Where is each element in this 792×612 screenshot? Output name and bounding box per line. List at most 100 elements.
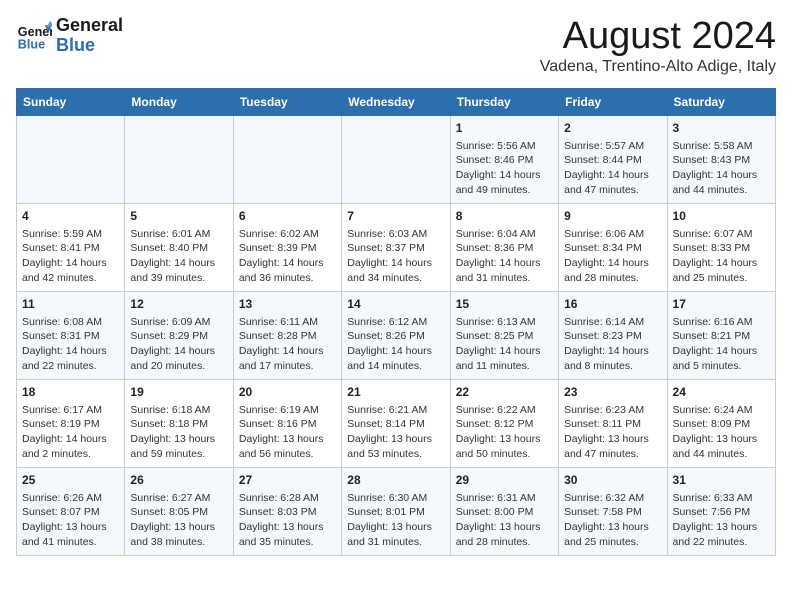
day-info: Sunrise: 6:14 AM Sunset: 8:23 PM Dayligh… (564, 315, 661, 374)
calendar-week-row: 11Sunrise: 6:08 AM Sunset: 8:31 PM Dayli… (17, 291, 776, 379)
day-info: Sunrise: 6:26 AM Sunset: 8:07 PM Dayligh… (22, 491, 119, 550)
calendar-cell: 11Sunrise: 6:08 AM Sunset: 8:31 PM Dayli… (17, 291, 125, 379)
day-number: 5 (130, 208, 227, 225)
day-info: Sunrise: 6:06 AM Sunset: 8:34 PM Dayligh… (564, 227, 661, 286)
calendar-cell: 28 Sunrise: 6:30 AM Sunset: 8:01 PM Dayli… (342, 467, 450, 555)
day-number: 18 (22, 384, 119, 401)
svg-text:Blue: Blue (18, 37, 45, 51)
day-info: Sunrise: 6:31 AM Sunset: 8:00 PM Dayligh… (456, 491, 553, 550)
calendar-cell: 22 Sunrise: 6:22 AM Sunset: 8:12 PM Dayli… (450, 379, 558, 467)
day-info: Sunrise: 5:56 AM Sunset: 8:46 PM Dayligh… (456, 139, 553, 198)
day-info: Sunrise: 6:12 AM Sunset: 8:26 PM Dayligh… (347, 315, 444, 374)
calendar-cell: 16 Sunrise: 6:14 AM Sunset: 8:23 PM Dayli… (559, 291, 667, 379)
day-number: 17 (673, 296, 770, 313)
day-info: Sunrise: 6:01 AM Sunset: 8:40 PM Dayligh… (130, 227, 227, 286)
calendar-cell: 10 Sunrise: 6:07 AM Sunset: 8:33 PM Dayli… (667, 203, 775, 291)
calendar-cell: 24 Sunrise: 6:24 AM Sunset: 8:09 PM Dayli… (667, 379, 775, 467)
calendar-cell: 21Sunrise: 6:21 AM Sunset: 8:14 PM Dayli… (342, 379, 450, 467)
logo-general: General (56, 16, 123, 36)
calendar-cell: 8 Sunrise: 6:04 AM Sunset: 8:36 PM Daylig… (450, 203, 558, 291)
calendar-body: 1 Sunrise: 5:56 AM Sunset: 8:46 PM Daylig… (17, 115, 776, 555)
day-info: Sunrise: 6:32 AM Sunset: 7:58 PM Dayligh… (564, 491, 661, 550)
day-number: 16 (564, 296, 661, 313)
calendar-cell: 14Sunrise: 6:12 AM Sunset: 8:26 PM Dayli… (342, 291, 450, 379)
day-info: Sunrise: 6:23 AM Sunset: 8:11 PM Dayligh… (564, 403, 661, 462)
calendar-cell: 5 Sunrise: 6:01 AM Sunset: 8:40 PM Daylig… (125, 203, 233, 291)
day-info: Sunrise: 6:11 AM Sunset: 8:28 PM Dayligh… (239, 315, 336, 374)
day-info: Sunrise: 6:03 AM Sunset: 8:37 PM Dayligh… (347, 227, 444, 286)
calendar-cell (233, 115, 341, 203)
day-number: 4 (22, 208, 119, 225)
day-number: 13 (239, 296, 336, 313)
calendar-cell: 12 Sunrise: 6:09 AM Sunset: 8:29 PM Dayli… (125, 291, 233, 379)
day-number: 12 (130, 296, 227, 313)
day-info: Sunrise: 5:57 AM Sunset: 8:44 PM Dayligh… (564, 139, 661, 198)
day-info: Sunrise: 6:22 AM Sunset: 8:12 PM Dayligh… (456, 403, 553, 462)
day-info: Sunrise: 6:28 AM Sunset: 8:03 PM Dayligh… (239, 491, 336, 550)
calendar-cell (125, 115, 233, 203)
calendar-cell: 19Sunrise: 6:18 AM Sunset: 8:18 PM Dayli… (125, 379, 233, 467)
day-number: 28 (347, 472, 444, 489)
day-info: Sunrise: 6:02 AM Sunset: 8:39 PM Dayligh… (239, 227, 336, 286)
day-number: 22 (456, 384, 553, 401)
day-number: 31 (673, 472, 770, 489)
day-info: Sunrise: 6:21 AM Sunset: 8:14 PM Dayligh… (347, 403, 444, 462)
calendar-cell: 31Sunrise: 6:33 AM Sunset: 7:56 PM Dayli… (667, 467, 775, 555)
day-info: Sunrise: 6:13 AM Sunset: 8:25 PM Dayligh… (456, 315, 553, 374)
day-number: 3 (673, 120, 770, 137)
logo: General Blue General Blue (16, 16, 123, 56)
calendar-cell: 3 Sunrise: 5:58 AM Sunset: 8:43 PM Daylig… (667, 115, 775, 203)
day-info: Sunrise: 5:58 AM Sunset: 8:43 PM Dayligh… (673, 139, 770, 198)
logo-icon: General Blue (16, 18, 52, 54)
calendar-cell: 18 Sunrise: 6:17 AM Sunset: 8:19 PM Dayli… (17, 379, 125, 467)
day-number: 20 (239, 384, 336, 401)
calendar-cell: 30 Sunrise: 6:32 AM Sunset: 7:58 PM Dayli… (559, 467, 667, 555)
day-number: 1 (456, 120, 553, 137)
day-number: 7 (347, 208, 444, 225)
calendar-week-row: 4 Sunrise: 5:59 AM Sunset: 8:41 PM Daylig… (17, 203, 776, 291)
calendar-cell: 13 Sunrise: 6:11 AM Sunset: 8:28 PM Dayli… (233, 291, 341, 379)
weekday-header-cell: Wednesday (342, 88, 450, 115)
weekday-header-cell: Monday (125, 88, 233, 115)
day-info: Sunrise: 6:30 AM Sunset: 8:01 PM Dayligh… (347, 491, 444, 550)
calendar-cell: 23Sunrise: 6:23 AM Sunset: 8:11 PM Dayli… (559, 379, 667, 467)
day-number: 30 (564, 472, 661, 489)
day-info: Sunrise: 6:24 AM Sunset: 8:09 PM Dayligh… (673, 403, 770, 462)
location: Vadena, Trentino-Alto Adige, Italy (540, 58, 776, 76)
month-year: August 2024 (540, 16, 776, 58)
calendar-cell: 1 Sunrise: 5:56 AM Sunset: 8:46 PM Daylig… (450, 115, 558, 203)
day-number: 6 (239, 208, 336, 225)
day-number: 15 (456, 296, 553, 313)
weekday-header: SundayMondayTuesdayWednesdayThursdayFrid… (17, 88, 776, 115)
day-info: Sunrise: 6:17 AM Sunset: 8:19 PM Dayligh… (22, 403, 119, 462)
day-number: 9 (564, 208, 661, 225)
logo-blue: Blue (56, 36, 123, 56)
day-info: Sunrise: 6:19 AM Sunset: 8:16 PM Dayligh… (239, 403, 336, 462)
weekday-header-cell: Friday (559, 88, 667, 115)
day-info: Sunrise: 6:27 AM Sunset: 8:05 PM Dayligh… (130, 491, 227, 550)
weekday-header-cell: Thursday (450, 88, 558, 115)
calendar-cell: 2 Sunrise: 5:57 AM Sunset: 8:44 PM Daylig… (559, 115, 667, 203)
weekday-header-cell: Sunday (17, 88, 125, 115)
calendar-table: SundayMondayTuesdayWednesdayThursdayFrid… (16, 88, 776, 556)
day-number: 10 (673, 208, 770, 225)
day-info: Sunrise: 6:04 AM Sunset: 8:36 PM Dayligh… (456, 227, 553, 286)
day-info: Sunrise: 6:16 AM Sunset: 8:21 PM Dayligh… (673, 315, 770, 374)
day-number: 24 (673, 384, 770, 401)
header: General Blue General Blue August 2024 Va… (16, 16, 776, 76)
day-number: 2 (564, 120, 661, 137)
day-info: Sunrise: 6:08 AM Sunset: 8:31 PM Dayligh… (22, 315, 119, 374)
calendar-cell: 4 Sunrise: 5:59 AM Sunset: 8:41 PM Daylig… (17, 203, 125, 291)
calendar-cell: 29 Sunrise: 6:31 AM Sunset: 8:00 PM Dayli… (450, 467, 558, 555)
calendar-cell: 26Sunrise: 6:27 AM Sunset: 8:05 PM Dayli… (125, 467, 233, 555)
day-info: Sunrise: 6:09 AM Sunset: 8:29 PM Dayligh… (130, 315, 227, 374)
calendar-cell: 6 Sunrise: 6:02 AM Sunset: 8:39 PM Daylig… (233, 203, 341, 291)
calendar-cell: 9 Sunrise: 6:06 AM Sunset: 8:34 PM Daylig… (559, 203, 667, 291)
day-number: 8 (456, 208, 553, 225)
day-info: Sunrise: 6:07 AM Sunset: 8:33 PM Dayligh… (673, 227, 770, 286)
day-info: Sunrise: 5:59 AM Sunset: 8:41 PM Dayligh… (22, 227, 119, 286)
calendar-cell: 15 Sunrise: 6:13 AM Sunset: 8:25 PM Dayli… (450, 291, 558, 379)
calendar-cell: 7 Sunrise: 6:03 AM Sunset: 8:37 PM Daylig… (342, 203, 450, 291)
calendar-week-row: 1 Sunrise: 5:56 AM Sunset: 8:46 PM Daylig… (17, 115, 776, 203)
day-number: 29 (456, 472, 553, 489)
